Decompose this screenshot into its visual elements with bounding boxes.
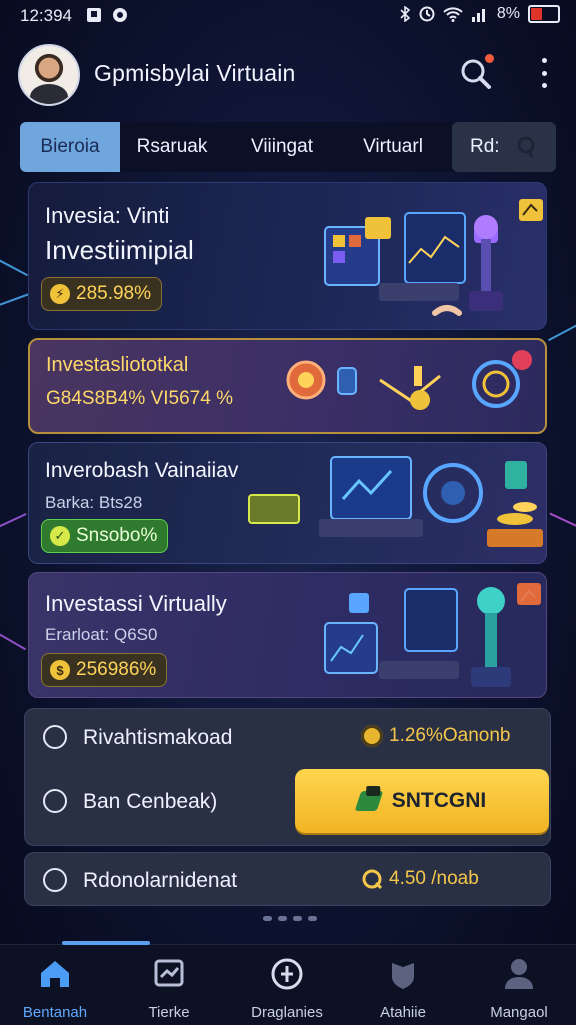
laptop-illustration [248,456,543,547]
balance-label: Ban Cenbeak) [83,790,218,813]
wifi-icon [443,7,463,22]
analytics-illustration [286,350,532,410]
leaf-icon: ✓ [50,526,70,546]
card-title: Inverobash Vainaiiav [45,459,239,482]
battery-percent: 8% [496,5,520,22]
battery-level [531,8,542,20]
gear-icon [361,725,383,747]
coin-icon: ⚡ [50,284,70,304]
return-value: 256986% [76,659,157,680]
card-title: Invesia: Vinti [45,203,170,228]
coin-icon: $ [50,660,70,680]
app-header: Gpmisbylai Virtuain [18,42,558,108]
tab-rd-label: Rd: [470,136,500,157]
avatar[interactable] [18,44,80,106]
tab-bar: Bieroia Rsaruak Viiingat Virtuarl Rd: [20,122,556,172]
page-indicator [263,916,317,921]
trading-illustration [324,199,543,316]
signal-icon [471,9,485,22]
nav-label: Tierke [148,1004,190,1021]
return-badge: ⚡ 285.98% [41,277,163,311]
investment-card[interactable]: Invesia: Vinti Investiimipial ⚡ 285.98% [28,182,547,330]
nav-mangaol[interactable]: Mangaol [464,955,574,1021]
status-time: 12:394 [20,6,72,25]
nav-label: Mangaol [490,1004,548,1021]
return-value: 285.98% [76,283,152,304]
tab-viiingat[interactable]: Viiingat [224,122,340,172]
start-invest-label: SNTCGNI [391,789,487,812]
nav-atahiie[interactable]: Atahiie [348,955,458,1021]
return-badge: $ 256986% [41,653,168,687]
bluetooth-icon [400,6,411,22]
return-badge: ✓ Snsobo% [41,519,169,553]
investment-card[interactable]: Investassi Virtually Erarloat: Q6S0 $ 25… [28,572,547,698]
nav-tierke[interactable]: Tierke [114,955,224,1021]
investment-card[interactable]: Investasliototkal G84S8B4% VI5674 % [28,338,547,434]
app-title: Gpmisbylai Virtuain [94,60,296,86]
summary-value: 1.26%Oanonb [361,725,511,747]
tab-rsaruak[interactable]: Rsaruak [120,122,224,172]
rate-value-text: 4.50 /noab [389,868,479,889]
tab-bieroia[interactable]: Bieroia [20,122,120,172]
wallet-icon [354,791,383,811]
card-title: Investassi Virtually [45,591,227,616]
card-subtitle: Investiimipial [45,235,194,265]
start-invest-button[interactable]: SNTCGNI [295,769,549,833]
compass-icon [271,958,303,990]
card-metrics: Barka: Bts28 [45,493,143,512]
tab-virtuarl[interactable]: Virtuarl [340,122,446,172]
trading-illustration [324,583,541,687]
search-icon [517,136,535,158]
clock-icon [43,725,67,749]
chart-icon [154,959,184,987]
battery-icon [528,5,560,23]
coin-icon [362,869,383,890]
tab-rd[interactable]: Rd: [452,122,556,172]
more-menu-button[interactable] [538,58,550,88]
investment-card[interactable]: Inverobash Vainaiiav Barka: Bts28 ✓ Snso… [28,442,547,564]
bottom-navigation: Bentanah Tierke Draglanies Atahiie Manga… [0,941,576,1025]
shield-icon [392,963,414,989]
clock-icon [43,789,67,813]
summary-panel: Rivahtismakoad 1.26%Oanonb Ban Cenbeak) … [24,708,551,846]
nav-label: Draglanies [251,1004,323,1021]
rate-value: 4.50 /noab [361,868,479,890]
card-metrics: G84S8B4% VI5674 % [46,388,233,409]
status-bar: 12:394 8% [0,0,576,32]
nav-draglanies[interactable]: Draglanies [232,955,342,1021]
nav-home[interactable]: Bentanah [0,955,110,1021]
clock-icon [43,868,67,892]
home-icon [41,961,69,987]
card-metrics: Erarloat: Q6S0 [45,625,158,644]
return-value: Snsobo% [76,525,158,546]
card-title: Investasliototkal [46,354,189,376]
nav-label: Atahiie [380,1004,426,1021]
rate-label: Rdonolarnidenat [83,869,238,892]
profile-icon [505,959,533,989]
summary-value-text: 1.26%Oanonb [389,725,511,746]
nav-label: Bentanah [22,1004,88,1021]
active-tab-indicator [62,941,150,945]
app-notification-icon [113,8,127,22]
alarm-icon [419,6,435,22]
status-indicators: 8% [399,5,560,23]
notification-badge [485,54,494,63]
summary-label: Rivahtismakoad [83,726,233,749]
notification-icon [87,8,101,22]
rate-panel: Rdonolarnidenat 4.50 /noab [24,852,551,906]
